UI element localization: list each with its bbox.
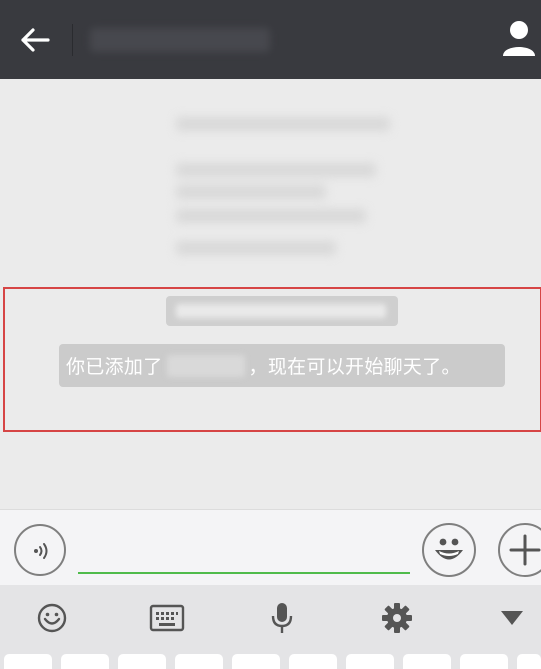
keyboard-settings-button[interactable] [377, 601, 417, 635]
person-icon [503, 21, 535, 56]
hide-keyboard-button[interactable] [492, 601, 532, 635]
keyboard-key[interactable] [460, 654, 508, 669]
emoji-button[interactable] [422, 523, 476, 577]
switch-keyboard-button[interactable] [147, 601, 187, 635]
voice-toggle-button[interactable] [14, 524, 66, 576]
microphone-icon [271, 603, 293, 633]
gear-icon [382, 603, 412, 633]
message-input-bar [0, 509, 541, 585]
more-functions-button[interactable] [498, 523, 541, 577]
keyboard-key[interactable] [517, 654, 541, 669]
keyboard-key[interactable] [346, 654, 394, 669]
keyboard-key[interactable] [289, 654, 337, 669]
keyboard-key[interactable] [61, 654, 109, 669]
chat-header [0, 0, 541, 79]
keyboard-icon [149, 604, 185, 632]
emoji-face-icon [435, 538, 463, 560]
voice-icon [34, 543, 48, 559]
message-input[interactable] [78, 530, 410, 574]
arrow-left-icon [21, 28, 50, 52]
title-separator [72, 24, 73, 56]
keyboard-key[interactable] [4, 654, 52, 669]
chat-area: 你已添加了 ，现在可以开始聊天了。 [0, 79, 541, 510]
voice-input-button[interactable] [262, 601, 302, 635]
redacted-message-card [168, 93, 398, 263]
keyboard-key[interactable] [232, 654, 280, 669]
triangle-down-icon [501, 611, 523, 625]
emoji-icon [37, 603, 67, 633]
keyboard-key[interactable] [118, 654, 166, 669]
keyboard-key[interactable] [403, 654, 451, 669]
keyboard-key[interactable] [175, 654, 223, 669]
emoji-keyboard-button[interactable] [32, 601, 72, 635]
plus-icon [509, 534, 541, 566]
back-button[interactable] [12, 20, 58, 60]
keyboard-keys-row [0, 654, 541, 669]
highlight-annotation-box [3, 287, 541, 432]
contact-profile-button[interactable] [491, 16, 541, 62]
chat-title-redacted [90, 28, 270, 52]
